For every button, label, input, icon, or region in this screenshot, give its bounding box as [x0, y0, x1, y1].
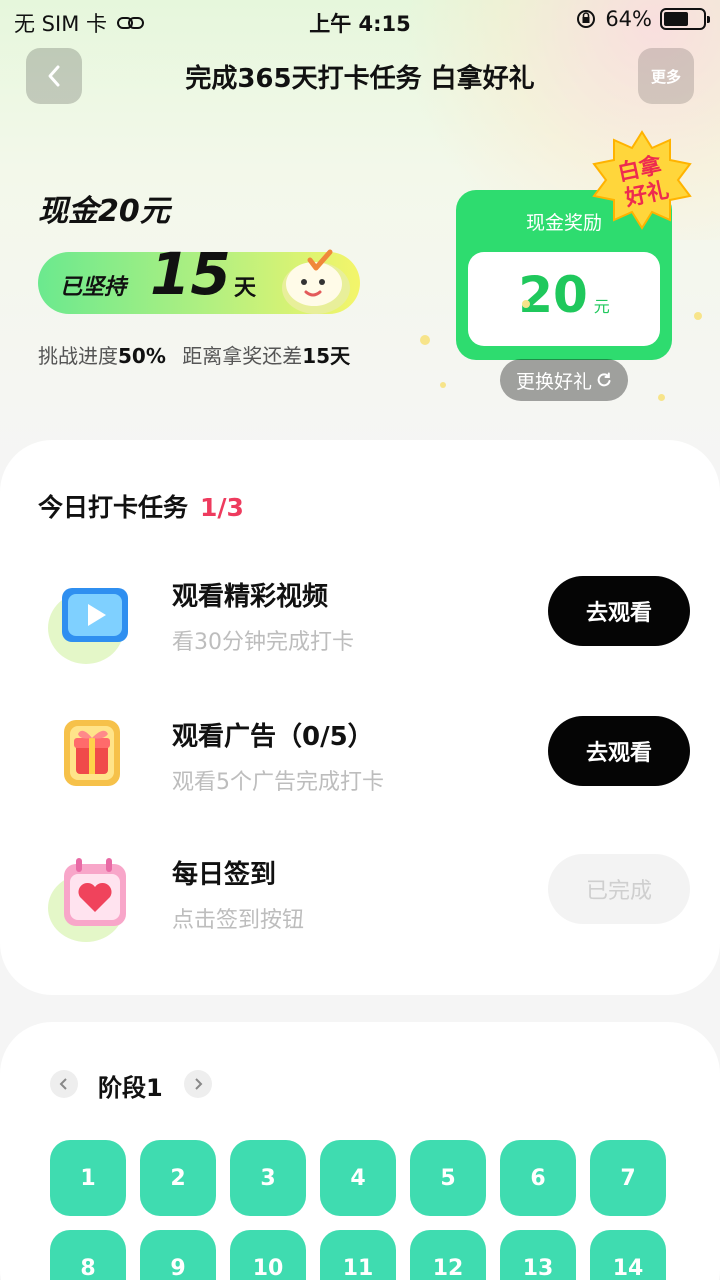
streak-label: 已坚持	[60, 275, 127, 300]
day-cell[interactable]: 3	[230, 1140, 306, 1216]
day-cell[interactable]: 4	[320, 1140, 396, 1216]
daily-task-card: 今日打卡任务 1/3 观看精彩视频 看30分钟完成打卡 去观看 观看广告（0/5）…	[0, 440, 720, 995]
challenge-progress: 挑战进度50% 距离拿奖还差15天	[38, 344, 351, 368]
day-cell[interactable]: 1	[50, 1140, 126, 1216]
stage-label: 阶段1	[98, 1074, 163, 1102]
battery-icon	[660, 8, 710, 30]
task-name: 观看精彩视频	[172, 582, 329, 612]
task-desc: 看30分钟完成打卡	[172, 630, 354, 655]
reward-value: 20	[518, 266, 588, 324]
streak-days: 15	[150, 240, 231, 308]
cash-reward-title: 现金20元	[38, 194, 170, 229]
day-cell[interactable]: 6	[500, 1140, 576, 1216]
day-cell[interactable]: 11	[320, 1230, 396, 1280]
sparkle	[694, 312, 702, 320]
refresh-icon	[597, 372, 611, 387]
day-grid: 1 2 3 4 5 6 7 8 9 10 11 12 13 14	[50, 1140, 680, 1280]
status-bar: 无 SIM 卡 上午 4:15 64%	[0, 0, 720, 40]
day-cell[interactable]: 12	[410, 1230, 486, 1280]
task-item-video: 观看精彩视频 看30分钟完成打卡 去观看	[0, 576, 720, 686]
watch-video-button[interactable]: 去观看	[548, 576, 690, 646]
gift-ad-icon	[64, 720, 120, 786]
chevron-right-icon	[195, 1078, 203, 1090]
more-button[interactable]: 更多	[638, 48, 694, 104]
day-cell[interactable]: 13	[500, 1230, 576, 1280]
reward-unit: 元	[593, 297, 610, 316]
day-cell[interactable]: 5	[410, 1140, 486, 1216]
calendar-heart-icon	[48, 858, 126, 942]
back-button[interactable]	[26, 48, 82, 104]
day-cell[interactable]: 14	[590, 1230, 666, 1280]
streak-pill: 已坚持 15 天	[38, 240, 360, 314]
sparkle	[658, 394, 665, 401]
day-cell[interactable]: 2	[140, 1140, 216, 1216]
page-title: 完成365天打卡任务 白拿好礼	[185, 64, 535, 94]
chevron-left-icon	[59, 1078, 67, 1090]
checkin-done-button[interactable]: 已完成	[548, 854, 690, 924]
swap-gift-button[interactable]: 更换好礼	[500, 359, 628, 401]
reward-amount-box: 20 元	[468, 252, 660, 346]
watch-ad-button[interactable]: 去观看	[548, 716, 690, 786]
stage-next-button[interactable]	[184, 1070, 212, 1098]
day-cell[interactable]: 8	[50, 1230, 126, 1280]
task-count: 1/3	[200, 493, 244, 522]
video-icon	[48, 588, 128, 664]
sparkle	[522, 300, 530, 308]
streak-unit: 天	[234, 276, 257, 301]
task-desc: 观看5个广告完成打卡	[172, 770, 384, 795]
day-cell[interactable]: 9	[140, 1230, 216, 1280]
free-gift-badge: 白拿 好礼	[592, 130, 692, 230]
chevron-left-icon	[48, 65, 60, 87]
task-item-checkin: 每日签到 点击签到按钮 已完成	[0, 854, 720, 964]
sparkle	[420, 335, 430, 345]
task-section-title: 今日打卡任务 1/3	[38, 493, 244, 522]
mascot-icon	[282, 249, 350, 314]
battery-percent: 64%	[605, 7, 652, 31]
rotation-lock-icon	[577, 10, 596, 28]
sparkle	[440, 382, 446, 388]
day-cell[interactable]: 7	[590, 1140, 666, 1216]
stage-prev-button[interactable]	[50, 1070, 78, 1098]
task-desc: 点击签到按钮	[172, 908, 305, 933]
battery-fill	[664, 12, 689, 26]
task-item-ad: 观看广告（0/5） 观看5个广告完成打卡 去观看	[0, 716, 720, 826]
task-name: 观看广告（0/5）	[172, 722, 374, 752]
stage-card: 阶段1 1 2 3 4 5 6 7 8 9 10 11 12 13 14	[0, 1022, 720, 1280]
remaining-days: 15天	[302, 344, 351, 368]
task-name: 每日签到	[172, 860, 277, 890]
day-cell[interactable]: 10	[230, 1230, 306, 1280]
progress-percent: 50%	[118, 344, 166, 368]
